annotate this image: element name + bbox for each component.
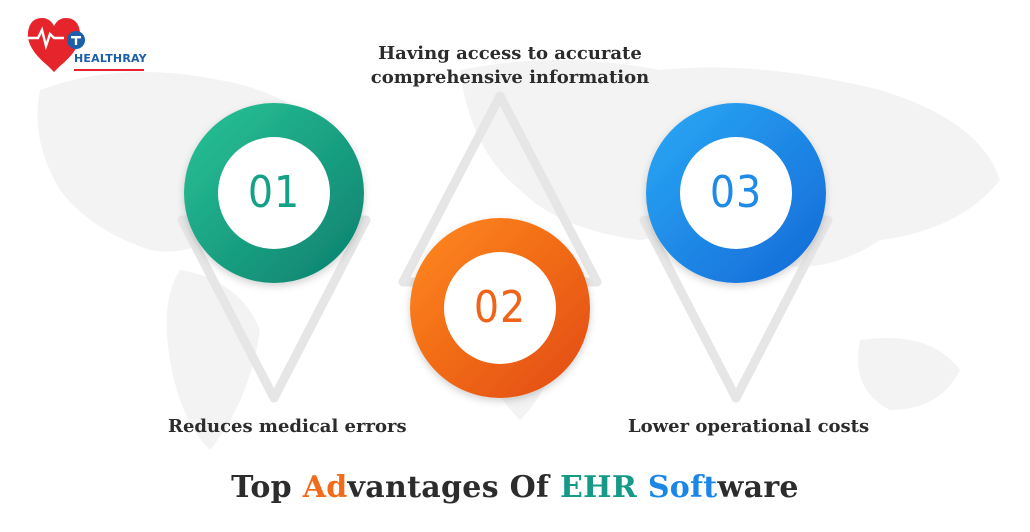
title-part-space	[637, 470, 648, 505]
step-03-label: Lower operational costs	[628, 416, 870, 437]
title-part-ware: ware	[717, 470, 799, 505]
title-part-soft: Soft	[647, 470, 718, 505]
step-02-label-line2: comprehensive information	[370, 67, 650, 88]
page-title: Top Advantages Of EHR Software	[0, 470, 1030, 505]
title-part-ad: Ad	[302, 470, 348, 505]
step-02-label: Having access to accurate comprehensive …	[360, 42, 660, 90]
title-part-vantages: vantages Of	[347, 470, 561, 505]
step-01-label: Reduces medical errors	[168, 416, 407, 437]
step-03-number: 03	[709, 167, 763, 218]
title-part-ehr: EHR	[560, 470, 638, 505]
step-01-number: 01	[247, 167, 301, 218]
step-02-label-line1: Having access to accurate	[378, 43, 642, 64]
title-part-top: Top	[231, 470, 303, 505]
step-02-number: 02	[473, 282, 527, 333]
